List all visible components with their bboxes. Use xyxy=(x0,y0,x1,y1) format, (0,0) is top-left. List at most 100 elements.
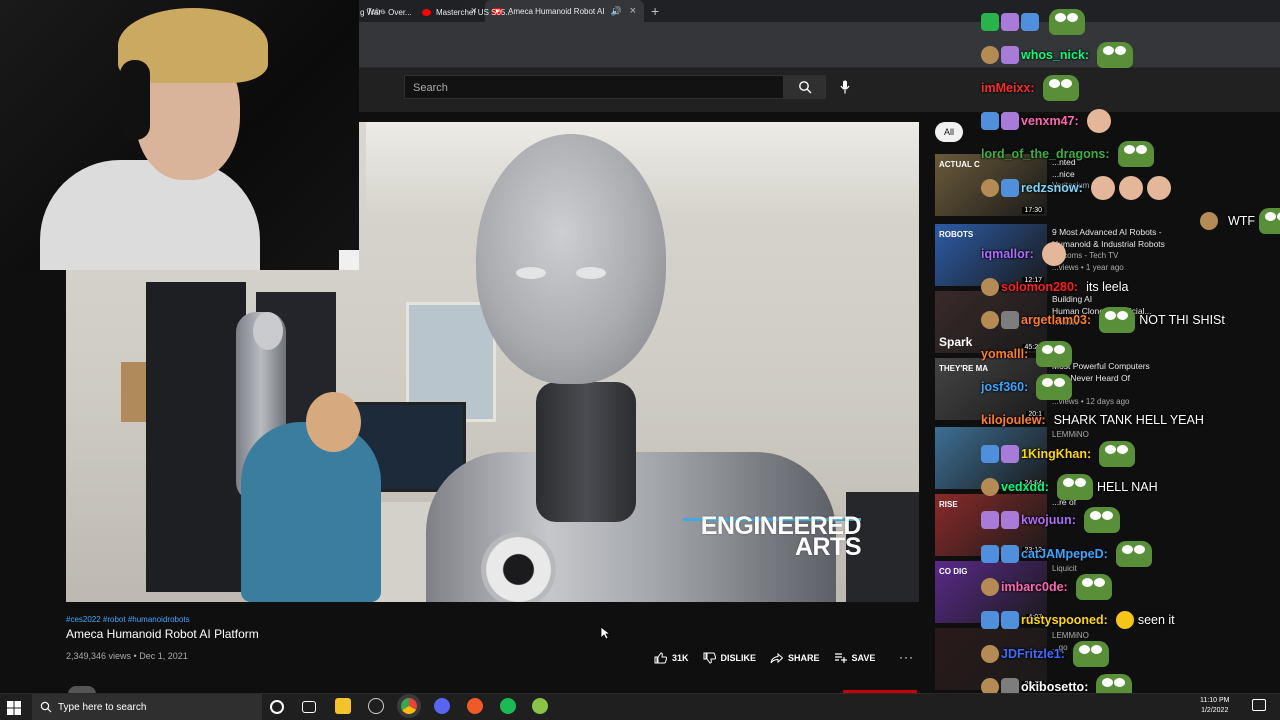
pepe-emote-icon xyxy=(1115,541,1152,567)
bookmark-item[interactable]: g War - Over... xyxy=(360,0,412,24)
chat-username[interactable]: kwojuun: xyxy=(1021,513,1076,527)
pepe-emote-icon xyxy=(1056,474,1093,500)
chat-username[interactable]: whos_nick: xyxy=(1021,48,1089,62)
notification-icon[interactable] xyxy=(1252,699,1266,711)
chat-badge-icon xyxy=(1001,13,1019,31)
streamer-webcam xyxy=(0,0,359,270)
video-hashtags[interactable]: #ces2022 #robot #humanoidrobots xyxy=(66,615,190,624)
file-explorer-icon[interactable] xyxy=(335,698,351,714)
chat-badge-icon xyxy=(981,112,999,130)
chat-username[interactable]: rustyspooned: xyxy=(1021,613,1108,627)
taskbar-clock[interactable]: 11:10 PM 1/2/2022 xyxy=(1200,696,1229,716)
chat-badge-icon xyxy=(1001,545,1019,563)
video-meta: 2,349,346 views • Dec 1, 2021 xyxy=(66,651,188,661)
chat-message xyxy=(981,9,1089,35)
server-rack xyxy=(146,282,246,592)
like-button[interactable]: 31K xyxy=(654,652,689,664)
chrome-icon[interactable] xyxy=(401,698,417,714)
chat-badge-icon xyxy=(1200,212,1218,230)
chat-badge-icon xyxy=(1001,46,1019,64)
chat-username[interactable]: vedxdd: xyxy=(1001,480,1049,494)
task-view-icon[interactable] xyxy=(302,701,316,713)
chat-badge-icon xyxy=(981,278,999,296)
cortana-icon[interactable] xyxy=(270,700,284,714)
taskbar-search-input[interactable]: Type here to search xyxy=(32,694,262,720)
pepe-emote-icon xyxy=(1075,574,1112,600)
chat-message: rustyspooned: seen it xyxy=(981,609,1175,631)
speaker-icon[interactable]: 🔊 xyxy=(611,6,622,17)
app-icon[interactable] xyxy=(532,698,548,714)
mouse-cursor-icon xyxy=(600,626,610,640)
twitch-chat-overlay: whos_nick: imMeixx: venxm47: lord_of_the_dr… xyxy=(975,0,1280,720)
chat-message: 1KingKhan: xyxy=(981,441,1139,467)
chat-text: WTF xyxy=(1228,214,1256,228)
pepe-emote-icon xyxy=(1099,441,1136,467)
dislike-button[interactable]: DISLIKE xyxy=(703,652,756,664)
chat-message: JDFritzle1: xyxy=(981,641,1113,667)
chat-username[interactable]: JDFritzle1: xyxy=(1001,647,1065,661)
thumbnail-caption: ACTUAL C xyxy=(939,160,980,169)
chat-badge-icon xyxy=(981,179,999,197)
windows-start-icon[interactable] xyxy=(6,700,22,716)
chat-username[interactable]: kilojoulew: xyxy=(981,413,1046,427)
smile-emote-icon xyxy=(1115,611,1134,629)
chat-text: HELL NAH xyxy=(1096,480,1158,494)
chat-username[interactable]: imMeixx: xyxy=(981,81,1035,95)
video-actions: 31K DISLIKE SHARE SAVE xyxy=(654,650,889,666)
voice-search-button[interactable] xyxy=(835,77,855,97)
playlist-add-icon xyxy=(834,653,847,663)
thumbnail-caption: ROBOTS xyxy=(939,230,974,239)
chat-username[interactable]: lord_of_the_dragons: xyxy=(981,147,1110,161)
chat-username[interactable]: yomalll: xyxy=(981,347,1028,361)
chat-message: imMeixx: xyxy=(981,75,1083,101)
chat-badge-icon xyxy=(1001,179,1019,197)
chat-username[interactable]: imbarc0de: xyxy=(1001,580,1068,594)
face-emote-icon xyxy=(1118,176,1143,200)
chat-message: redzsnow: xyxy=(981,176,1175,200)
share-label: SHARE xyxy=(788,653,820,663)
chat-badge-icon xyxy=(1001,611,1019,629)
new-tab-button[interactable]: + xyxy=(651,3,659,19)
chat-username[interactable]: catJAMpepeD: xyxy=(1021,547,1108,561)
chat-message: lord_of_the_dragons: xyxy=(981,141,1158,167)
chat-message: vedxdd: HELL NAH xyxy=(981,474,1158,500)
chat-username[interactable]: redzsnow: xyxy=(1021,181,1083,195)
search-input[interactable]: Search xyxy=(404,75,784,99)
close-icon[interactable]: × xyxy=(630,5,636,17)
pepe-emote-icon xyxy=(1036,374,1073,400)
steam-icon[interactable] xyxy=(368,698,384,714)
obs-icon[interactable] xyxy=(467,698,483,714)
chat-badge-icon xyxy=(1001,311,1019,329)
chat-badge-icon xyxy=(981,478,999,496)
chat-message: josf360: xyxy=(981,374,1076,400)
share-button[interactable]: SHARE xyxy=(770,652,820,664)
robot-head xyxy=(476,134,666,384)
chat-message: whos_nick: xyxy=(981,42,1137,68)
search-button[interactable] xyxy=(784,75,826,99)
search-icon xyxy=(40,701,52,713)
more-actions-button[interactable]: ··· xyxy=(899,650,914,664)
search-icon xyxy=(799,81,812,94)
bookmark-label: Masterchef US S05... xyxy=(436,7,513,17)
chat-username[interactable]: okibosetto: xyxy=(1021,680,1088,694)
chat-badge-icon xyxy=(981,645,999,663)
chat-username[interactable]: josf360: xyxy=(981,380,1028,394)
thumbnail-caption: RISE xyxy=(939,500,958,509)
pepe-emote-icon xyxy=(1083,507,1120,533)
save-button[interactable]: SAVE xyxy=(834,653,875,663)
engineer xyxy=(241,422,381,602)
chat-message: catJAMpepeD: xyxy=(981,541,1156,567)
bookmark-label: g War - Over... xyxy=(360,7,412,17)
chat-username[interactable]: venxm47: xyxy=(1021,114,1079,128)
chat-badge-icon xyxy=(981,545,999,563)
chat-username[interactable]: iqmallor: xyxy=(981,247,1034,261)
discord-icon[interactable] xyxy=(434,698,450,714)
chat-username[interactable]: 1KingKhan: xyxy=(1021,447,1091,461)
chat-badge-icon xyxy=(981,611,999,629)
chat-message: iqmallor: xyxy=(981,242,1070,266)
chat-username[interactable]: solomon280: xyxy=(1001,280,1078,294)
filter-chip-all[interactable]: All xyxy=(935,122,963,142)
chat-username[interactable]: argetlam03: xyxy=(1021,313,1091,327)
bookmark-item[interactable]: Masterchef US S05... xyxy=(422,0,512,24)
spotify-icon[interactable] xyxy=(500,698,516,714)
